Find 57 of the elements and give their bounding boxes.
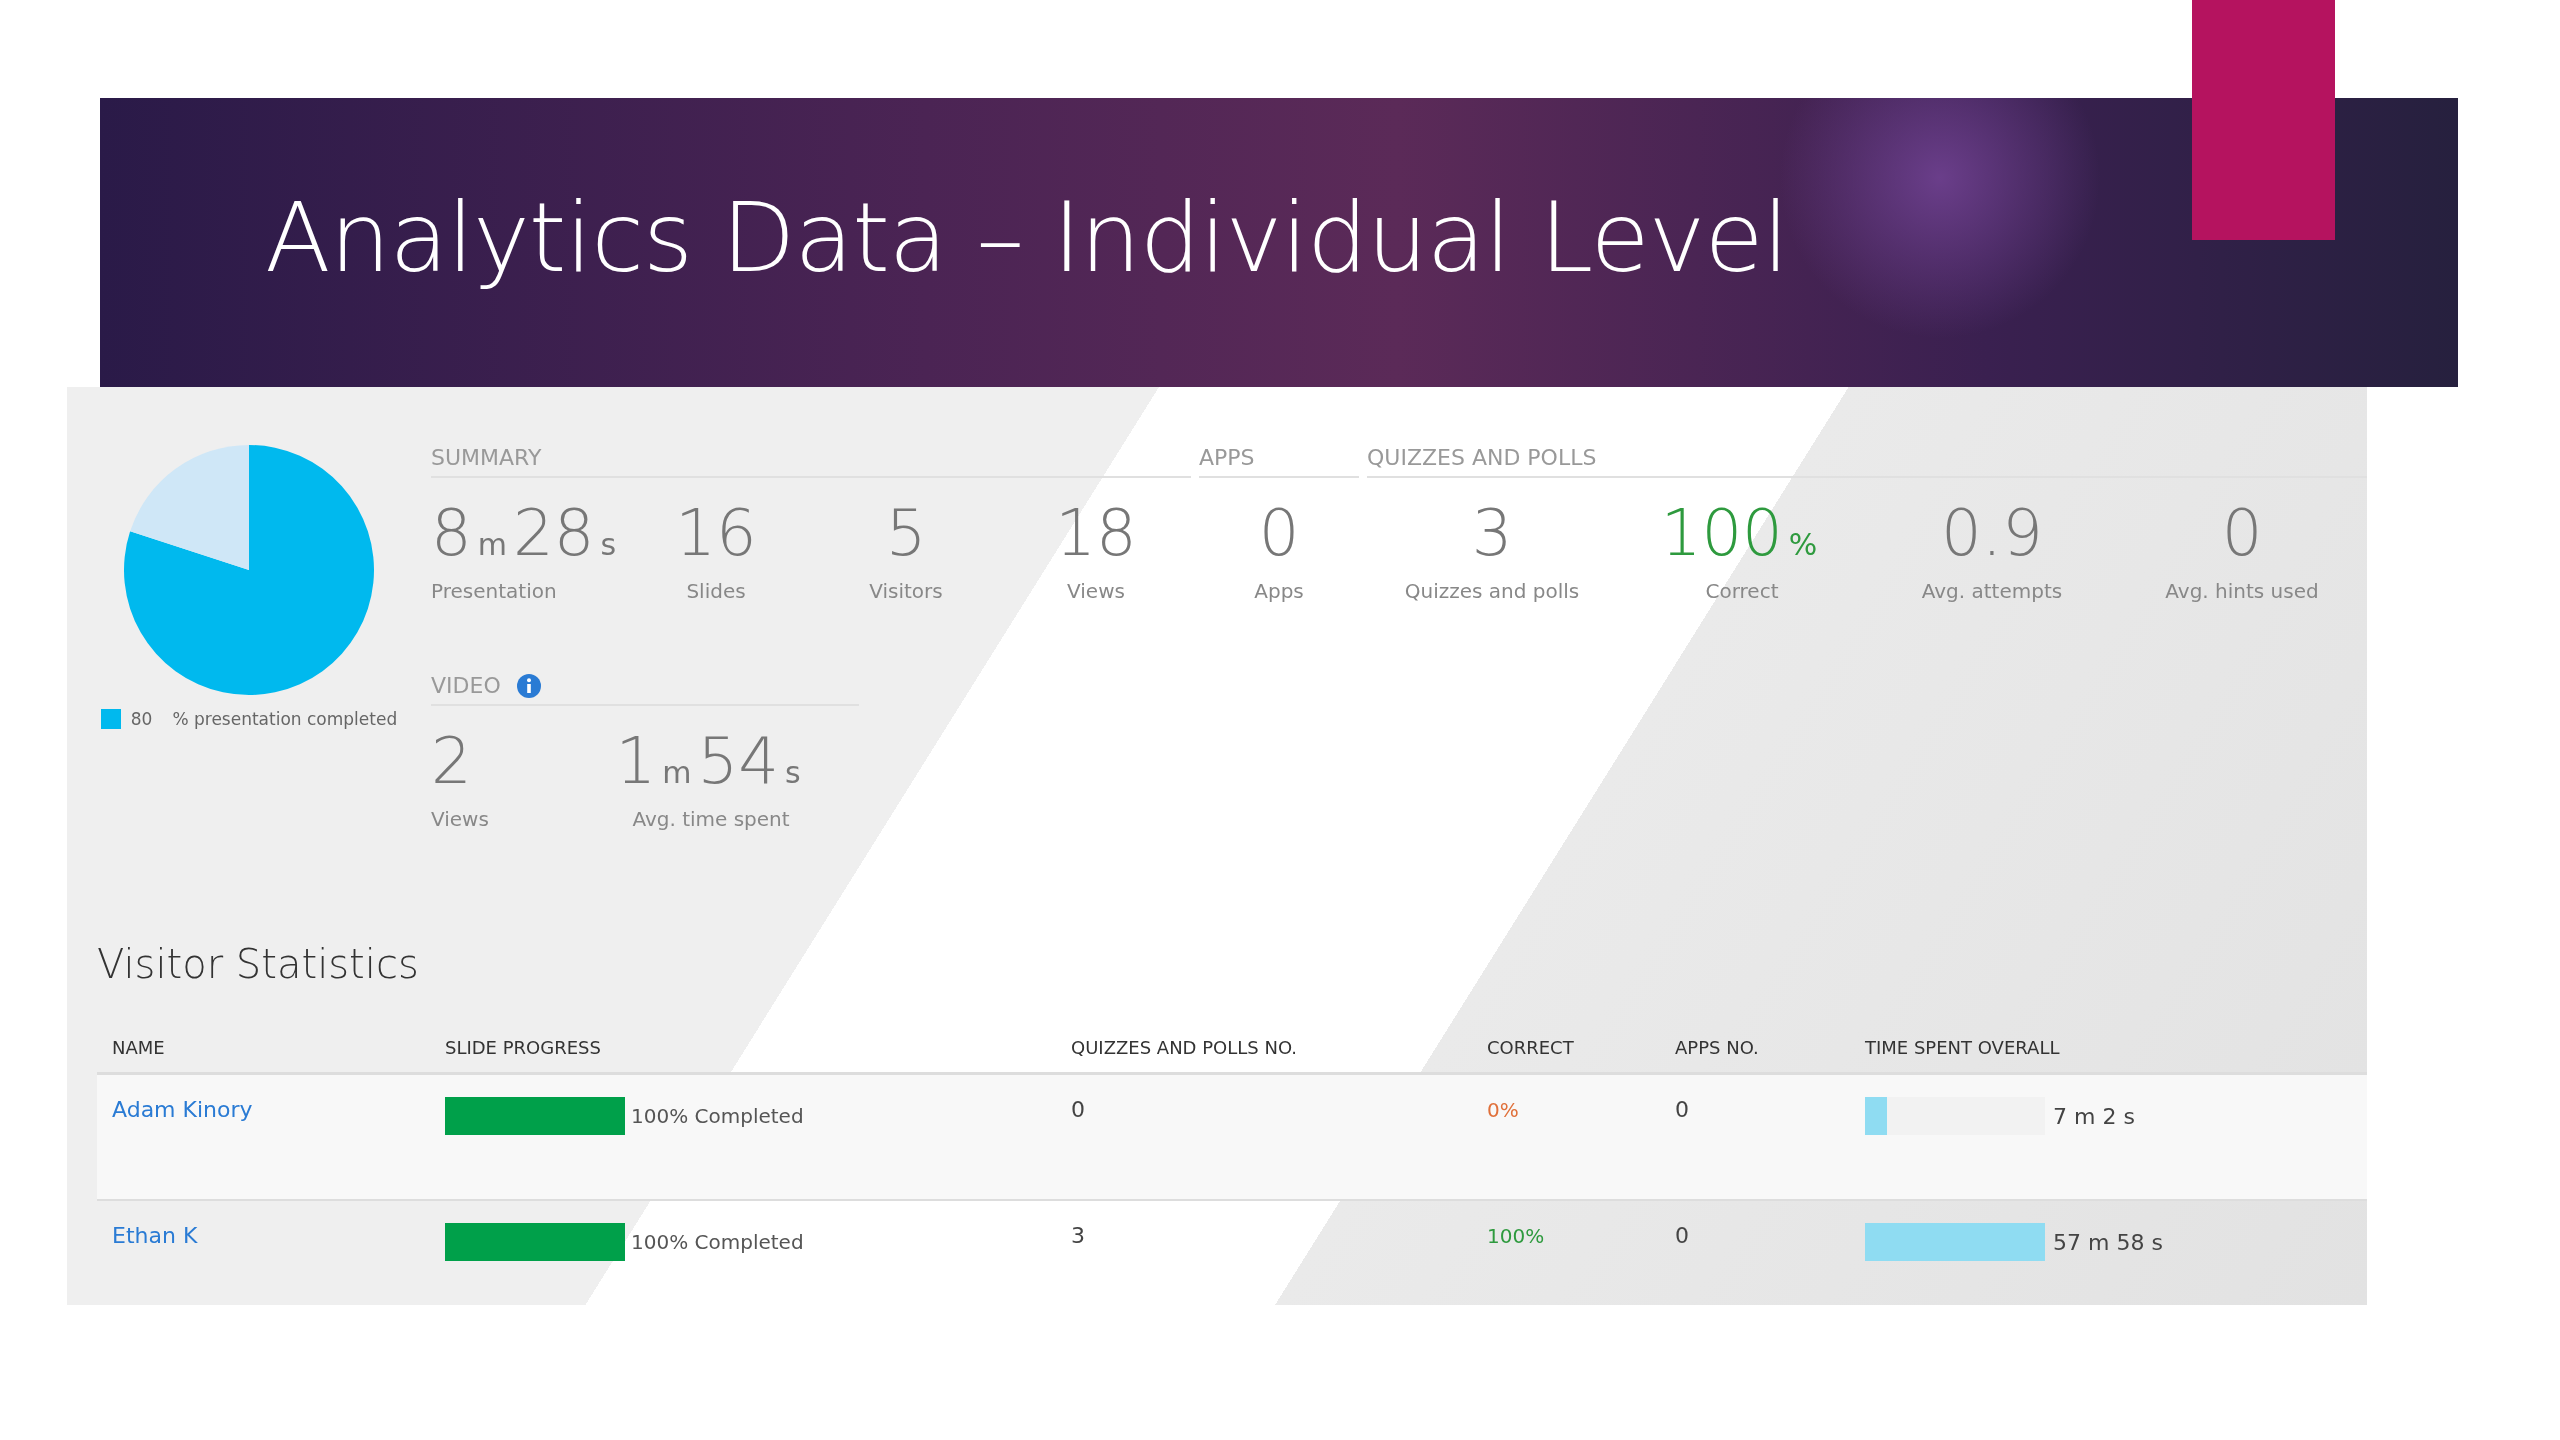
stat-unit: s <box>600 527 617 562</box>
stat-value: 8 <box>431 495 472 572</box>
stat-value: 3 <box>1471 495 1513 572</box>
stat-label: Quizzes and polls <box>1404 579 1580 604</box>
stat-value: 28 <box>512 495 595 572</box>
section-title: APPS <box>1199 445 1359 478</box>
legend-value: 80 <box>130 709 153 729</box>
info-icon[interactable] <box>516 673 541 698</box>
slide-title: Analytics Data – Individual Level <box>265 181 1789 294</box>
stat-label: Presentation <box>431 579 557 604</box>
table-cell: 3 <box>1071 1223 1085 1249</box>
stat-value: 1 <box>615 723 657 801</box>
stat-value: 16 <box>675 495 757 572</box>
column-header: APPS NO. <box>1675 1037 1760 1059</box>
stat-label: Views <box>1067 579 1125 604</box>
time-spent: 57 m 58 s <box>2053 1229 2163 1255</box>
stat-value: 54 <box>697 723 779 801</box>
stat-value: 0 <box>2221 495 2263 572</box>
visitor-name-link[interactable]: Ethan K <box>112 1223 198 1249</box>
stat-unit: s <box>784 755 801 791</box>
table-cell: 0 <box>1675 1223 1689 1249</box>
stat-label: Avg. hints used <box>2165 579 2319 604</box>
progress-label: 100% Completed <box>631 1230 804 1255</box>
column-header: SLIDE PROGRESS <box>445 1037 602 1059</box>
stat-value: 0 <box>1258 495 1300 572</box>
section-title: SUMMARY <box>431 445 1191 478</box>
section-heading: Visitor Statistics <box>97 941 420 988</box>
progress-label: 100% Completed <box>631 1104 804 1129</box>
column-header: TIME SPENT OVERALL <box>1865 1037 2061 1059</box>
legend-label: % presentation completed <box>172 709 398 729</box>
stat-value: 5 <box>885 495 927 572</box>
table-cell: 0 <box>1675 1097 1689 1123</box>
correct-percentage: 0% <box>1487 1098 1519 1123</box>
table-cell: 0 <box>1071 1097 1085 1123</box>
stat-value: 100 <box>1660 495 1783 572</box>
column-header: NAME <box>112 1037 166 1059</box>
stat-label: Apps <box>1254 579 1304 604</box>
correct-percentage: 100% <box>1487 1224 1545 1249</box>
visitor-name-link[interactable]: Adam Kinory <box>112 1097 253 1123</box>
legend-swatch <box>100 709 121 729</box>
stat-label: Correct <box>1705 579 1779 604</box>
stat-value: 0.9 <box>1941 495 2043 572</box>
stat-label: Visitors <box>869 579 943 604</box>
section-title: QUIZZES AND POLLS <box>1367 445 2367 478</box>
stat-unit: % <box>1788 527 1818 562</box>
stat-label: Slides <box>686 579 746 604</box>
stat-value: 18 <box>1055 495 1137 572</box>
stat-label: Avg. attempts <box>1921 579 2063 604</box>
stat-label: Views <box>431 807 489 832</box>
column-header: CORRECT <box>1487 1037 1575 1059</box>
section-title: VIDEO <box>431 673 501 699</box>
column-header: QUIZZES AND POLLS NO. <box>1071 1037 1299 1059</box>
stat-value: 2 <box>431 723 472 801</box>
stat-unit: m <box>477 527 507 562</box>
stat-label: Avg. time spent <box>632 807 790 832</box>
stat-unit: m <box>662 755 692 791</box>
time-spent: 7 m 2 s <box>2053 1103 2135 1129</box>
